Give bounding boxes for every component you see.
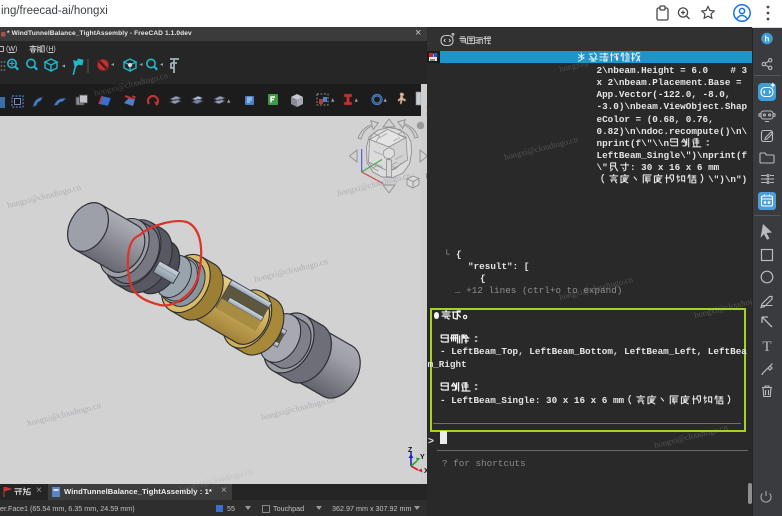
svg-text:hongxi@cloudtogo.cn: hongxi@cloudtogo.cn (6, 182, 82, 210)
svg-text:h: h (765, 35, 770, 44)
svg-text:T: T (762, 339, 771, 355)
svg-text:hongxi@cloudtogo.cn: hongxi@cloudtogo.cn (26, 400, 102, 428)
svg-text:hongxi@cloudtogo.cn: hongxi@cloudtogo.cn (253, 256, 329, 284)
svg-text:hongxi@cloudtogo.cn: hongxi@cloudtogo.cn (336, 170, 412, 198)
svg-text:hongxi@cloudtogo.cn: hongxi@cloudtogo.cn (260, 394, 336, 422)
svg-text:Z: Z (408, 447, 413, 454)
svg-text:Y: Y (420, 454, 425, 461)
